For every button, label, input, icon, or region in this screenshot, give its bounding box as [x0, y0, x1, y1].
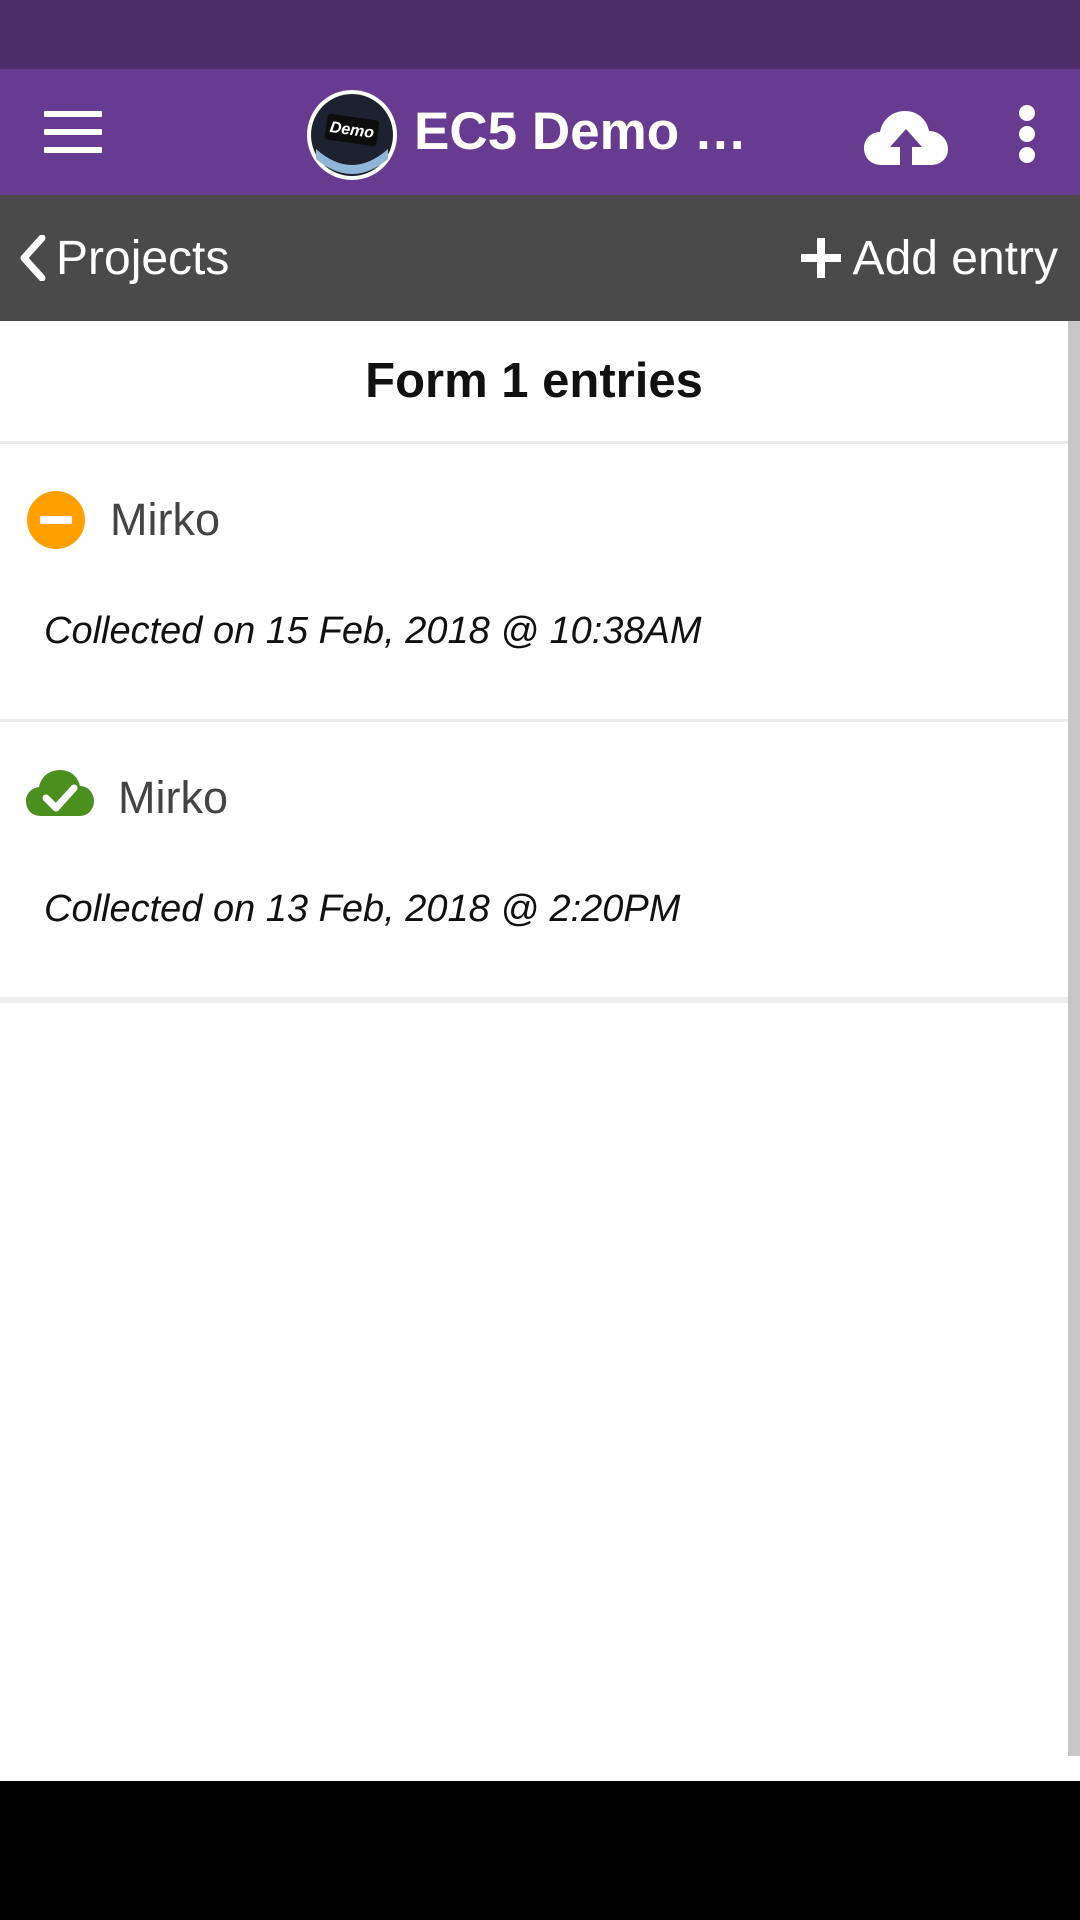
back-label: Projects	[56, 231, 230, 285]
app-bar: Demo EC5 Demo Pr...	[0, 69, 1080, 195]
entry-item[interactable]: Mirko Collected on 13 Feb, 2018 @ 2:20PM	[0, 722, 1068, 1003]
hamburger-menu-icon[interactable]	[44, 111, 104, 153]
entries-list: Form 1 entries Mirko Collected on 15 Feb…	[0, 321, 1068, 1781]
app-title: EC5 Demo Pr...	[414, 102, 774, 161]
page-title: Form 1 entries	[0, 321, 1068, 444]
unsynced-minus-icon	[26, 490, 86, 555]
add-entry-label: Add entry	[852, 231, 1058, 285]
chevron-left-icon	[20, 235, 46, 281]
navigation-bar: Projects Add entry	[0, 195, 1080, 321]
plus-icon	[800, 238, 841, 278]
scrollbar[interactable]	[1068, 321, 1080, 1756]
system-navigation-bar	[0, 1781, 1080, 1920]
entry-collected-date: Collected on 15 Feb, 2018 @ 10:38AM	[44, 610, 702, 652]
cloud-upload-icon[interactable]	[864, 109, 948, 169]
entry-title: Mirko	[118, 772, 228, 823]
entry-item[interactable]: Mirko Collected on 15 Feb, 2018 @ 10:38A…	[0, 444, 1068, 722]
entry-title: Mirko	[110, 494, 220, 545]
project-logo: Demo	[306, 89, 398, 181]
system-status-bar	[0, 0, 1080, 69]
overflow-menu-icon[interactable]	[1010, 103, 1046, 165]
synced-cloud-check-icon	[26, 768, 94, 823]
entry-collected-date: Collected on 13 Feb, 2018 @ 2:20PM	[44, 888, 681, 930]
add-entry-button[interactable]: Add entry	[800, 223, 1058, 293]
back-to-projects-button[interactable]: Projects	[18, 223, 229, 293]
